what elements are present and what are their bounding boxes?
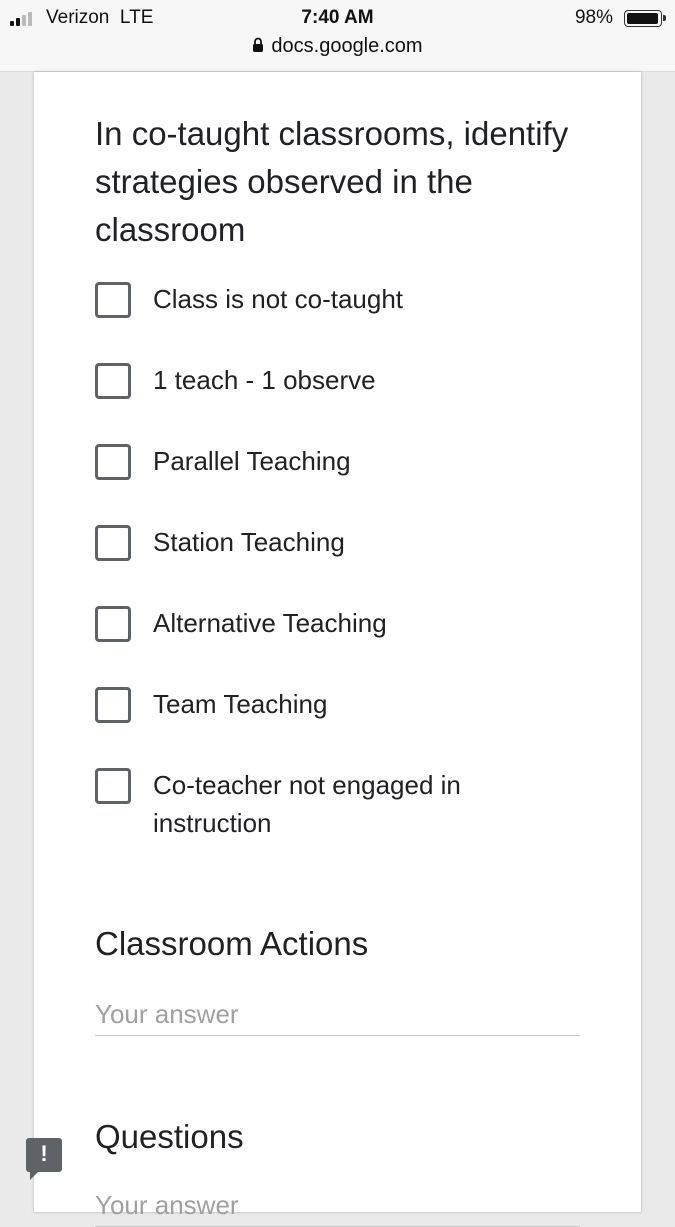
checkbox[interactable] (95, 687, 131, 723)
question-title: In co-taught classrooms, identify strate… (95, 115, 569, 248)
option-label: 1 teach - 1 observe (153, 365, 376, 395)
exclamation-feedback-icon[interactable]: ! (26, 1138, 62, 1180)
checkbox[interactable] (95, 363, 131, 399)
option-label: Co-teacher not engaged in instruction (153, 770, 461, 838)
option-label: Alternative Teaching (153, 608, 387, 638)
url-text: docs.google.com (271, 35, 423, 57)
questions-input[interactable] (95, 1184, 580, 1227)
checkbox[interactable] (95, 525, 131, 561)
form-card: In co-taught classrooms, identify strate… (34, 72, 641, 1227)
classroom-actions-input[interactable] (95, 993, 580, 1036)
lock-icon (253, 37, 264, 52)
status-bar: Verizon LTE 7:40 AM 98% docs.google.com (0, 0, 675, 72)
option-label: Station Teaching (153, 527, 345, 557)
classroom-actions-title: Classroom Actions (95, 925, 369, 962)
option-label: Parallel Teaching (153, 446, 351, 476)
battery-icon (624, 10, 666, 27)
address-bar[interactable]: docs.google.com (0, 35, 675, 58)
checkbox[interactable] (95, 768, 131, 804)
checkbox[interactable] (95, 282, 131, 318)
option-label: Class is not co-taught (153, 284, 404, 314)
clock: 7:40 AM (301, 7, 374, 28)
checkbox[interactable] (95, 606, 131, 642)
option-label: Team Teaching (153, 689, 328, 719)
questions-title: Questions (95, 1118, 244, 1155)
battery-percent: 98% (574, 7, 613, 28)
checkbox[interactable] (95, 444, 131, 480)
